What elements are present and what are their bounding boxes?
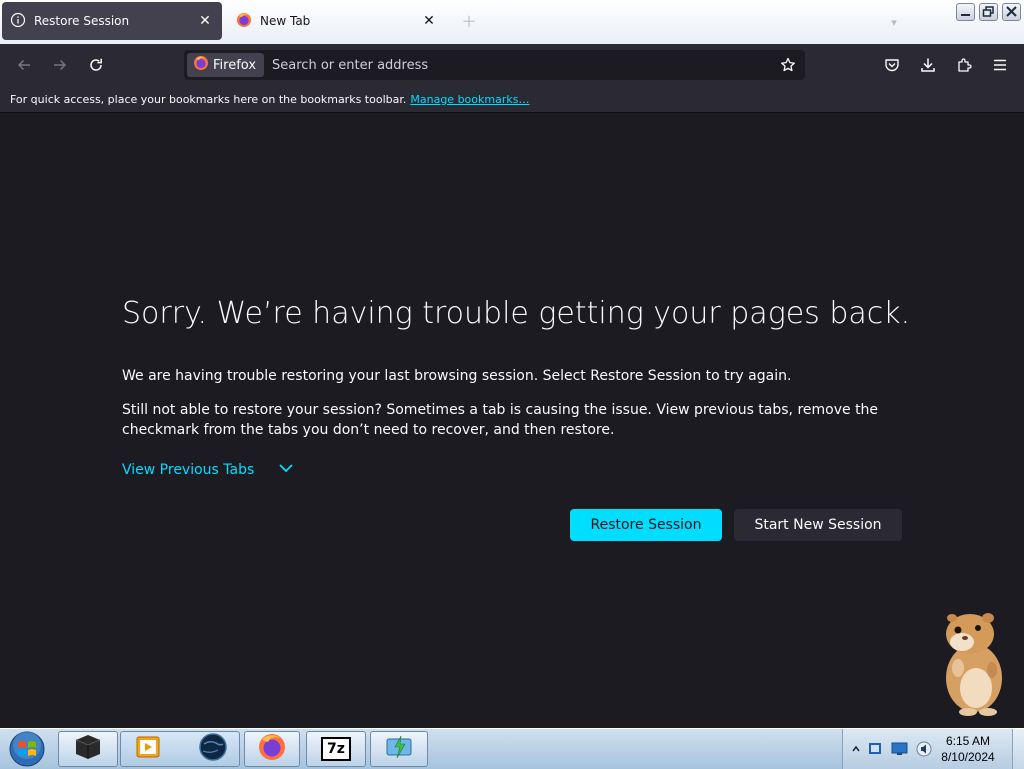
- address-bar[interactable]: Firefox: [184, 50, 805, 80]
- taskbar-terminal-button[interactable]: [58, 731, 118, 767]
- taskbar-firefox-button[interactable]: [244, 731, 300, 767]
- identity-label: Firefox: [213, 57, 257, 73]
- clock-time: 6:15 AM: [945, 734, 991, 748]
- identity-box[interactable]: Firefox: [187, 53, 265, 77]
- start-button[interactable]: [4, 730, 50, 768]
- minimize-button[interactable]: [956, 3, 975, 21]
- view-previous-tabs-label: View Previous Tabs: [122, 462, 255, 478]
- error-help-text: Still not able to restore your session? …: [122, 402, 879, 438]
- restore-session-page: Sorry. We’re having trouble getting your…: [0, 113, 1024, 728]
- show-desktop-button[interactable]: [1012, 729, 1024, 769]
- close-window-button[interactable]: [1002, 3, 1021, 21]
- menu-icon[interactable]: [987, 52, 1013, 78]
- error-description: We are having trouble restoring your las…: [122, 368, 792, 384]
- tab-strip: Restore Session ✕ New Tab ✕ + ▾: [0, 0, 1024, 44]
- bookmarks-hint-text: For quick access, place your bookmarks h…: [10, 92, 407, 106]
- taskbar-launcher-button[interactable]: [370, 731, 428, 767]
- bookmark-star-icon[interactable]: [775, 52, 801, 78]
- tab-restore-session[interactable]: Restore Session ✕: [2, 2, 222, 40]
- firefox-icon: [193, 55, 209, 75]
- close-icon[interactable]: ✕: [418, 10, 440, 32]
- restore-session-button[interactable]: Restore Session: [570, 509, 722, 541]
- reload-icon[interactable]: [83, 52, 109, 78]
- globe-app-icon: [198, 732, 228, 766]
- close-icon[interactable]: ✕: [194, 10, 216, 32]
- speaker-icon[interactable]: [915, 740, 933, 762]
- view-previous-tabs-toggle[interactable]: View Previous Tabs: [122, 462, 294, 478]
- tab-label: Restore Session: [34, 14, 130, 28]
- media-player-icon: [135, 734, 161, 764]
- start-new-session-button[interactable]: Start New Session: [734, 509, 902, 541]
- back-arrow-icon[interactable]: [11, 52, 37, 78]
- network-icon[interactable]: [867, 740, 885, 762]
- taskbar-7zip-button[interactable]: 7z: [306, 731, 366, 767]
- new-tab-button[interactable]: +: [458, 10, 480, 32]
- clock-date: 8/10/2024: [941, 750, 995, 764]
- 7zip-label: 7z: [327, 741, 345, 757]
- forward-arrow-icon[interactable]: [47, 52, 73, 78]
- chevron-down-icon: [278, 462, 294, 478]
- windows-taskbar: 7z 6:15 AM 8/10/2024: [0, 728, 1024, 769]
- tab-new-tab[interactable]: New Tab ✕: [228, 2, 446, 40]
- info-icon: [10, 12, 26, 31]
- clock[interactable]: 6:15 AM 8/10/2024: [933, 733, 1003, 765]
- restore-window-button[interactable]: [979, 3, 998, 21]
- url-input[interactable]: [270, 52, 775, 78]
- firefox-icon: [236, 12, 252, 31]
- tab-label: New Tab: [260, 14, 311, 28]
- firefox-icon: [257, 732, 287, 766]
- navigation-toolbar: Firefox: [0, 44, 1024, 86]
- bookmarks-toolbar: For quick access, place your bookmarks h…: [0, 86, 1024, 113]
- downloads-icon[interactable]: [915, 52, 941, 78]
- page-title: Sorry. We’re having trouble getting your…: [122, 296, 911, 331]
- list-all-tabs-icon[interactable]: ▾: [884, 12, 904, 32]
- manage-bookmarks-link[interactable]: Manage bookmarks…: [410, 93, 529, 106]
- show-hidden-icons-icon[interactable]: [851, 739, 861, 763]
- hamster-sticker-image: [928, 608, 1014, 722]
- taskbar-globe-button[interactable]: [184, 731, 242, 767]
- terminal-app-icon: [73, 734, 103, 764]
- pocket-icon[interactable]: [879, 52, 905, 78]
- 7zip-icon: 7z: [321, 737, 351, 761]
- system-tray: 6:15 AM 8/10/2024: [842, 729, 1024, 769]
- extensions-icon[interactable]: [951, 52, 977, 78]
- app-launcher-icon: [384, 733, 414, 765]
- display-icon[interactable]: [891, 741, 909, 761]
